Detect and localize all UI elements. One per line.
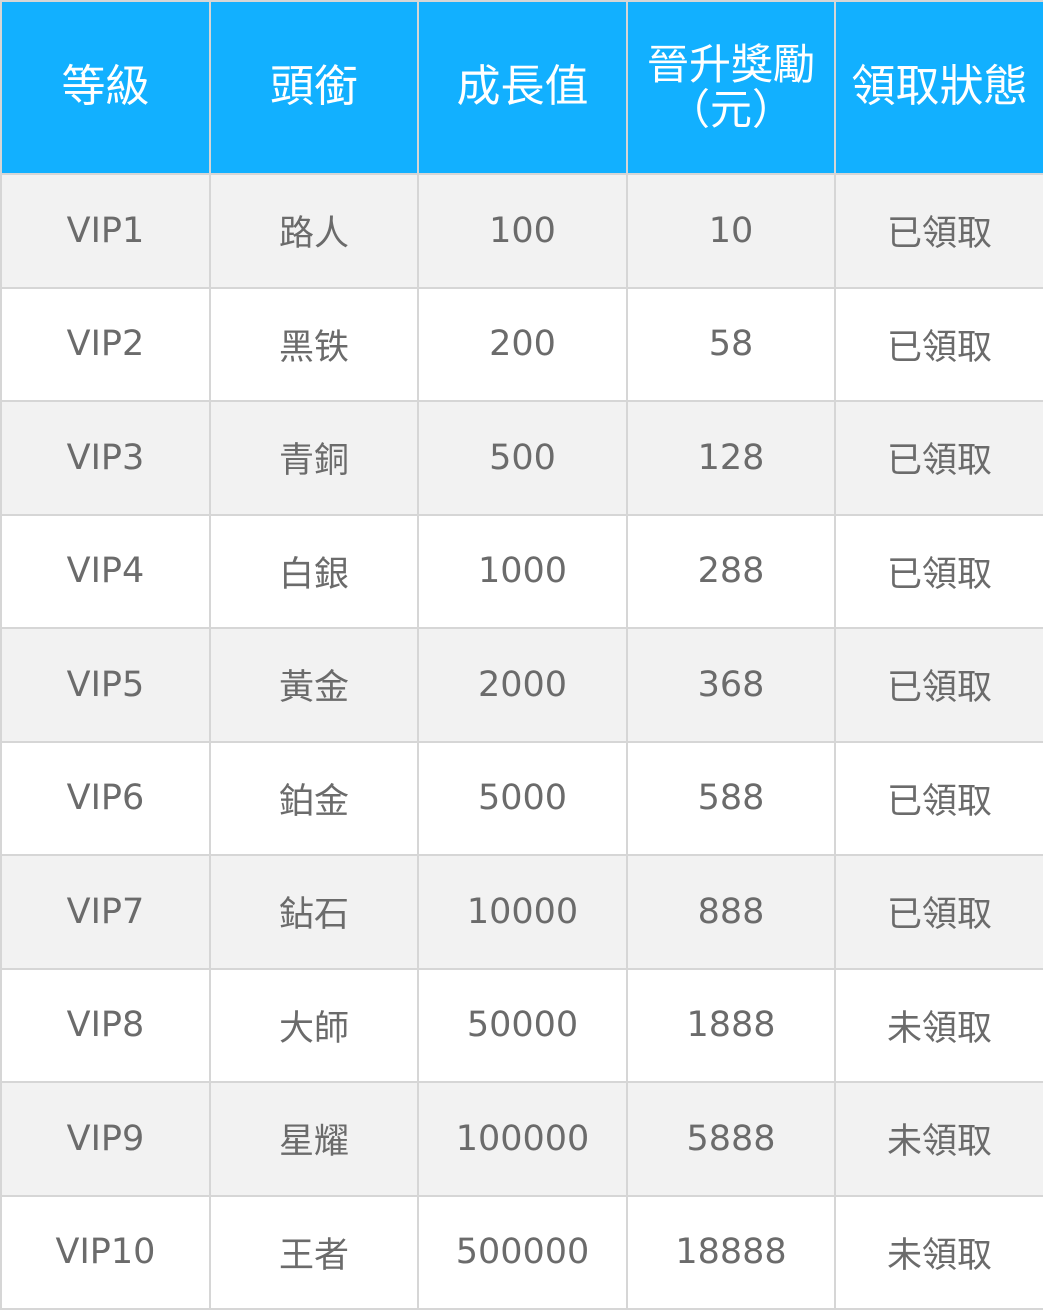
cell-level: VIP6 — [0, 740, 211, 856]
cell-title: 星耀 — [209, 1081, 419, 1197]
cell-status: 未領取 — [834, 1081, 1043, 1197]
cell-level: VIP7 — [0, 854, 211, 970]
cell-reward: 5888 — [626, 1081, 836, 1197]
vip-level-table: 等級 頭銜 成長值 晉升獎勵 （元） 領取狀態 VIP1 路人 100 10 已… — [0, 0, 1043, 1310]
cell-growth: 500000 — [417, 1194, 628, 1310]
table-row: VIP5 黃金 2000 368 已領取 — [0, 627, 1043, 743]
cell-status: 已領取 — [834, 854, 1043, 970]
cell-reward: 588 — [626, 740, 836, 856]
table-row: VIP3 青銅 500 128 已領取 — [0, 400, 1043, 516]
cell-growth: 500 — [417, 400, 628, 516]
header-reward-unit: （元） — [667, 84, 794, 134]
cell-growth: 1000 — [417, 513, 628, 629]
header-row: 等級 頭銜 成長值 晉升獎勵 （元） 領取狀態 — [0, 0, 1043, 175]
cell-level: VIP9 — [0, 1081, 211, 1197]
cell-reward: 10 — [626, 173, 836, 289]
cell-growth: 100 — [417, 173, 628, 289]
cell-level: VIP8 — [0, 967, 211, 1083]
cell-growth: 100000 — [417, 1081, 628, 1197]
cell-status: 已領取 — [834, 286, 1043, 402]
table-row: VIP6 鉑金 5000 588 已領取 — [0, 740, 1043, 856]
table-row: VIP9 星耀 100000 5888 未領取 — [0, 1081, 1043, 1197]
cell-level: VIP4 — [0, 513, 211, 629]
table-row: VIP1 路人 100 10 已領取 — [0, 173, 1043, 289]
cell-reward: 888 — [626, 854, 836, 970]
cell-status: 未領取 — [834, 967, 1043, 1083]
cell-title: 鉆石 — [209, 854, 419, 970]
cell-status: 已領取 — [834, 513, 1043, 629]
cell-reward: 58 — [626, 286, 836, 402]
cell-level: VIP5 — [0, 627, 211, 743]
table-row: VIP2 黑铁 200 58 已領取 — [0, 286, 1043, 402]
cell-status: 已領取 — [834, 173, 1043, 289]
cell-title: 路人 — [209, 173, 419, 289]
header-reward: 晉升獎勵 （元） — [626, 0, 836, 175]
cell-title: 黑铁 — [209, 286, 419, 402]
cell-reward: 18888 — [626, 1194, 836, 1310]
header-level: 等級 — [0, 0, 211, 175]
cell-reward: 1888 — [626, 967, 836, 1083]
cell-growth: 10000 — [417, 854, 628, 970]
cell-status: 已領取 — [834, 627, 1043, 743]
header-status: 領取狀態 — [834, 0, 1043, 175]
cell-level: VIP1 — [0, 173, 211, 289]
cell-level: VIP2 — [0, 286, 211, 402]
cell-status: 已領取 — [834, 400, 1043, 516]
table-row: VIP7 鉆石 10000 888 已領取 — [0, 854, 1043, 970]
header-growth: 成長值 — [417, 0, 628, 175]
header-title: 頭銜 — [209, 0, 419, 175]
cell-reward: 128 — [626, 400, 836, 516]
header-reward-label: 晉升獎勵 — [646, 40, 815, 90]
cell-title: 大師 — [209, 967, 419, 1083]
table-body: VIP1 路人 100 10 已領取 VIP2 黑铁 200 58 已領取 VI… — [0, 173, 1043, 1310]
cell-growth: 200 — [417, 286, 628, 402]
table-header: 等級 頭銜 成長值 晉升獎勵 （元） 領取狀態 — [0, 0, 1043, 175]
cell-growth: 2000 — [417, 627, 628, 743]
cell-level: VIP3 — [0, 400, 211, 516]
table-row: VIP8 大師 50000 1888 未領取 — [0, 967, 1043, 1083]
table-row: VIP4 白銀 1000 288 已領取 — [0, 513, 1043, 629]
cell-level: VIP10 — [0, 1194, 211, 1310]
cell-title: 鉑金 — [209, 740, 419, 856]
cell-status: 未領取 — [834, 1194, 1043, 1310]
table-row: VIP10 王者 500000 18888 未領取 — [0, 1194, 1043, 1310]
cell-title: 白銀 — [209, 513, 419, 629]
cell-title: 黃金 — [209, 627, 419, 743]
cell-reward: 288 — [626, 513, 836, 629]
cell-growth: 5000 — [417, 740, 628, 856]
cell-title: 王者 — [209, 1194, 419, 1310]
cell-title: 青銅 — [209, 400, 419, 516]
cell-status: 已領取 — [834, 740, 1043, 856]
cell-growth: 50000 — [417, 967, 628, 1083]
cell-reward: 368 — [626, 627, 836, 743]
